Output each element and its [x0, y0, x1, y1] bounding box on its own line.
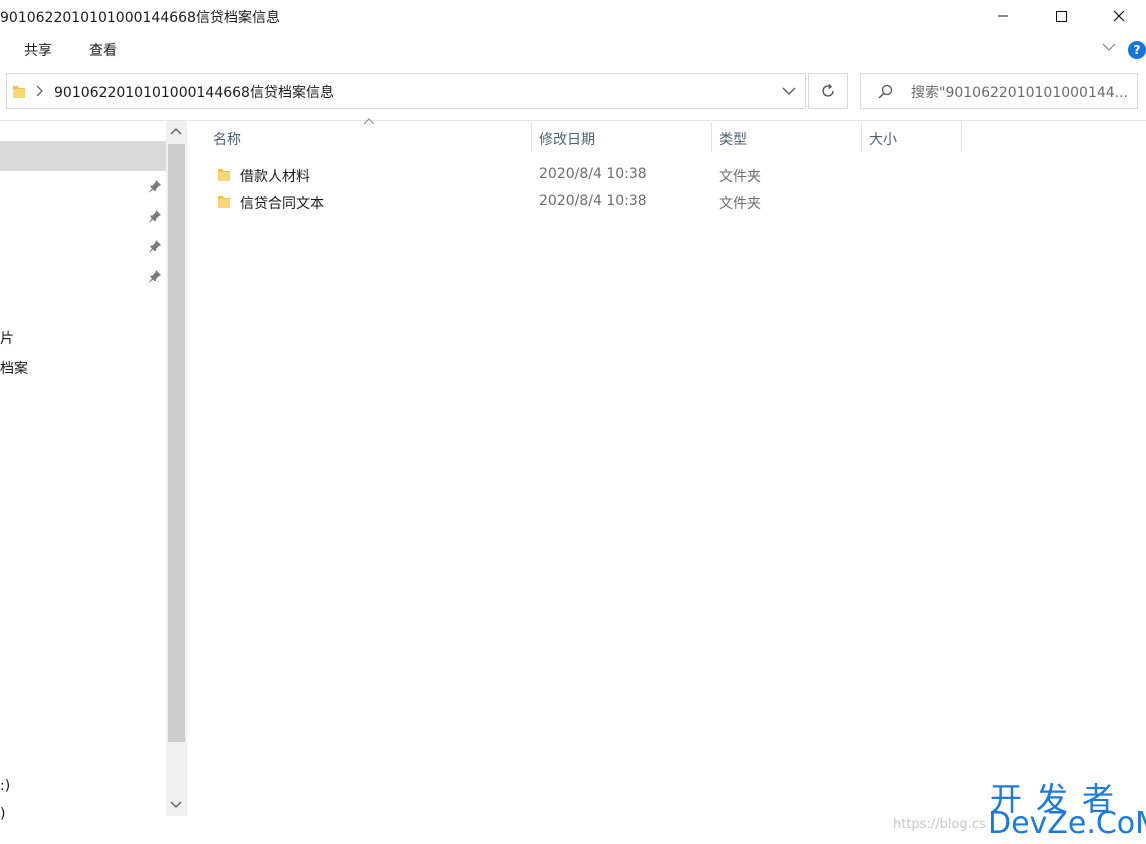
column-divider[interactable] — [861, 122, 862, 152]
nav-item-drive[interactable]: :) — [0, 778, 10, 794]
nav-item-archive[interactable]: 档案 — [0, 358, 28, 378]
scroll-down-icon[interactable] — [170, 800, 182, 810]
ribbon-tab-view[interactable]: 查看 — [89, 40, 117, 60]
column-header-type[interactable]: 类型 — [719, 129, 747, 149]
ribbon-expand-button[interactable] — [1102, 42, 1116, 52]
pin-icon — [148, 239, 162, 253]
minimize-button[interactable] — [974, 0, 1032, 32]
nav-selected-item[interactable] — [0, 141, 166, 171]
pin-icon — [148, 209, 162, 223]
ribbon-tab-share[interactable]: 共享 — [24, 40, 52, 60]
file-modified: 2020/8/4 10:38 — [539, 166, 647, 182]
close-icon — [1113, 10, 1125, 22]
file-name[interactable]: 借款人材料 — [240, 166, 310, 186]
maximize-icon — [1055, 10, 1067, 22]
address-dropdown-button[interactable] — [782, 86, 796, 96]
nav-scrollbar-thumb[interactable] — [168, 144, 185, 742]
nav-item-drive-2[interactable]: ) — [0, 806, 5, 822]
search-icon — [877, 84, 893, 100]
folder-icon — [217, 166, 231, 182]
column-header-name[interactable]: 名称 — [213, 129, 241, 149]
column-divider[interactable] — [531, 122, 532, 152]
watermark-url: https://blog.cs — [893, 817, 986, 832]
sort-ascending-icon — [363, 118, 375, 126]
scroll-up-icon[interactable] — [170, 126, 182, 136]
column-divider[interactable] — [711, 122, 712, 152]
file-name[interactable]: 信贷合同文本 — [240, 193, 324, 213]
folder-icon — [12, 83, 26, 99]
file-modified: 2020/8/4 10:38 — [539, 193, 647, 209]
column-header-modified[interactable]: 修改日期 — [539, 129, 595, 149]
nav-item-pictures[interactable]: 片 — [0, 328, 14, 348]
address-path[interactable]: 9010622010101000144668信贷档案信息 — [54, 82, 334, 102]
watermark-brand-bottom: DevZe.CoM — [988, 806, 1146, 841]
window-title: 9010622010101000144668信贷档案信息 — [0, 10, 280, 26]
pin-icon — [148, 269, 162, 283]
chevron-down-icon — [1102, 42, 1116, 52]
file-type: 文件夹 — [719, 196, 761, 212]
column-header-size[interactable]: 大小 — [869, 129, 897, 149]
close-button[interactable] — [1090, 0, 1146, 32]
title-bar: 9010622010101000144668信贷档案信息 — [0, 0, 1146, 32]
refresh-icon — [820, 83, 836, 99]
chevron-down-icon — [782, 86, 796, 96]
search-placeholder: 搜索"9010622010101000144... — [911, 85, 1129, 101]
file-type: 文件夹 — [719, 169, 761, 185]
breadcrumb-chevron-icon[interactable] — [35, 84, 45, 98]
column-divider[interactable] — [961, 122, 962, 152]
folder-icon — [217, 193, 231, 209]
maximize-button[interactable] — [1032, 0, 1090, 32]
minimize-icon — [997, 10, 1009, 22]
pin-icon — [148, 179, 162, 193]
help-icon[interactable]: ? — [1128, 41, 1146, 59]
